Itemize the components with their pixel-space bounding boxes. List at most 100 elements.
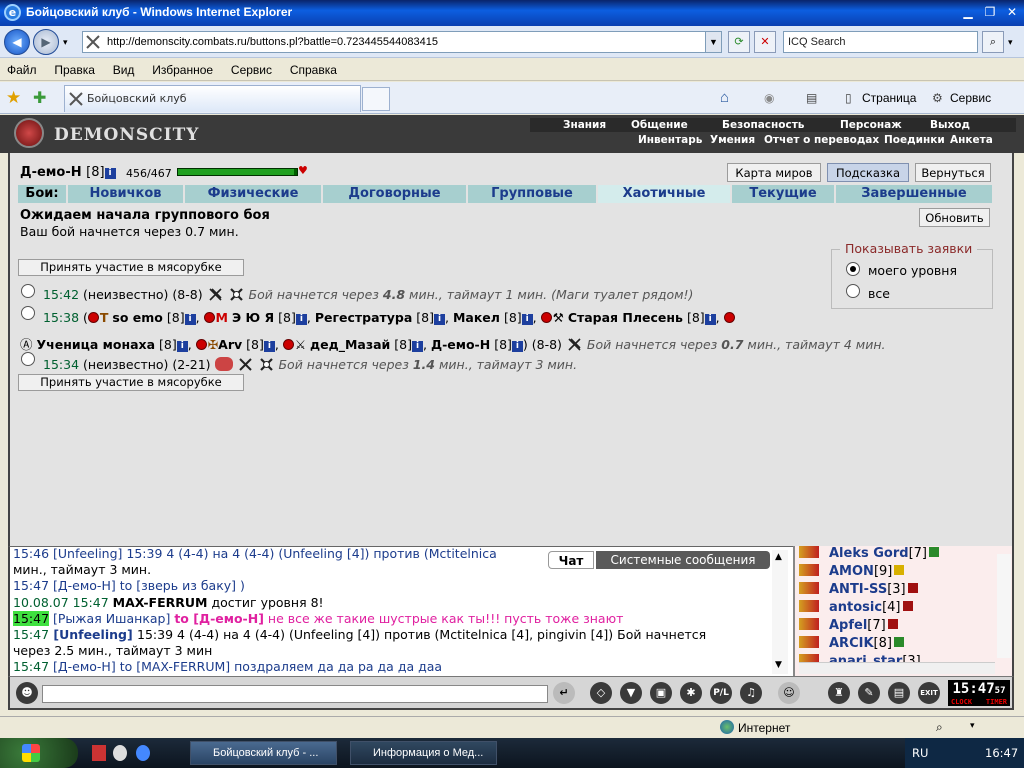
users-scrollbar[interactable] (997, 554, 1011, 658)
player-link[interactable]: Д-емо-Н (431, 337, 490, 352)
service-menu[interactable]: Сервис (950, 89, 991, 107)
menu-knowledge[interactable]: Знания (563, 118, 606, 132)
info-icon[interactable]: i (104, 168, 116, 179)
info-icon[interactable]: i (263, 341, 275, 352)
figure-icon[interactable]: ✱ (680, 682, 702, 704)
chat-author[interactable]: [Unfeeling] (49, 627, 137, 642)
back-icon[interactable]: ◀ (4, 29, 30, 55)
sound-icon[interactable]: ♫ (740, 682, 762, 704)
menu-edit[interactable]: Правка (47, 59, 102, 81)
menu-profile[interactable]: Анкета (950, 133, 993, 147)
player-link[interactable]: Э Ю Я (232, 310, 274, 325)
request-radio-3[interactable] (21, 352, 35, 366)
close-button[interactable]: ✕ (1002, 4, 1022, 22)
info-icon[interactable]: i (411, 341, 423, 352)
address-field[interactable]: http://demonscity.combats.ru/buttons.pl?… (82, 31, 722, 53)
chat-author[interactable]: [Д-емо-Н] (53, 578, 116, 593)
filter-icon[interactable]: ▼ (620, 682, 642, 704)
smile-icon[interactable]: ☺ (778, 682, 800, 704)
history-dropdown-icon[interactable]: ▾ (63, 38, 68, 48)
chat-scrollbar[interactable]: ▲ ▼ (772, 550, 788, 674)
zoom-dropdown-icon[interactable]: ▾ (970, 720, 975, 731)
hint-button[interactable]: Подсказка (827, 163, 909, 182)
tab-newbies[interactable]: Новичков (66, 185, 183, 203)
menu-exit[interactable]: Выход (930, 118, 970, 132)
player-link[interactable]: Регестратура (315, 310, 412, 325)
menu-view[interactable]: Вид (106, 59, 142, 81)
users-hscrollbar[interactable] (799, 662, 995, 674)
menu-skills[interactable]: Умения (710, 133, 755, 147)
exit-icon[interactable]: EXIT (918, 682, 940, 704)
tab-chaotic[interactable]: Хаотичные (596, 185, 730, 203)
page-menu[interactable]: Страница (862, 89, 916, 107)
player-link[interactable]: дед_Мазай (310, 337, 390, 352)
tab-finished[interactable]: Завершенные (834, 185, 992, 203)
menu-battles[interactable]: Поединки (884, 133, 945, 147)
quicklaunch-icon[interactable] (92, 745, 106, 761)
info-icon[interactable]: i (184, 314, 196, 325)
lock-icon[interactable]: ▤ (888, 682, 910, 704)
zoom-icon[interactable]: ⌕ (936, 720, 943, 735)
private-icon[interactable]: P/L (710, 682, 732, 704)
minimize-button[interactable]: ▁ (958, 4, 978, 22)
tab-contract[interactable]: Договорные (321, 185, 466, 203)
chat-mode-icon[interactable]: ☻ (16, 682, 38, 704)
user-item[interactable]: Apfel[7] (799, 618, 898, 633)
player-link[interactable]: Макел (453, 310, 500, 325)
radio-my-level[interactable] (846, 262, 860, 276)
chat-input[interactable] (42, 685, 548, 703)
info-icon[interactable]: i (511, 341, 523, 352)
info-icon[interactable]: i (521, 314, 533, 325)
scroll-icon[interactable]: ✎ (858, 682, 880, 704)
menu-communication[interactable]: Общение (631, 118, 688, 132)
request-radio-2[interactable] (21, 306, 35, 320)
refresh-icon[interactable]: ⟳ (728, 31, 750, 53)
tab-chat[interactable]: Чат (548, 551, 594, 569)
info-icon[interactable]: i (434, 314, 445, 325)
home-icon[interactable]: ⌂ (720, 89, 729, 107)
menu-security[interactable]: Безопасность (722, 118, 804, 132)
player-link[interactable]: Arv (218, 337, 242, 352)
stop-icon[interactable]: ✕ (754, 31, 776, 53)
player-link[interactable]: so emo (112, 310, 162, 325)
forward-icon[interactable]: ▶ (33, 29, 59, 55)
tab-group[interactable]: Групповые (466, 185, 596, 203)
info-icon[interactable]: i (295, 314, 307, 325)
maximize-button[interactable]: ❐ (980, 4, 1000, 22)
radio-all[interactable] (846, 284, 860, 298)
join-button-bottom[interactable]: Принять участие в мясорубке (18, 374, 244, 391)
player-link[interactable]: Старая Плесень (568, 310, 683, 325)
start-button[interactable] (0, 738, 78, 768)
info-icon[interactable]: i (704, 314, 716, 325)
search-options-icon[interactable]: ▾ (1008, 38, 1013, 48)
chat-author[interactable]: [Рыжая Ишанкар] (49, 611, 174, 626)
tab-active[interactable]: Бойцовский клуб (64, 85, 361, 112)
info-icon[interactable]: i (176, 341, 188, 352)
address-dropdown-icon[interactable]: ▼ (705, 32, 721, 52)
menu-tools[interactable]: Сервис (224, 59, 279, 81)
tab-system-messages[interactable]: Системные сообщения (596, 551, 770, 569)
ie-quicklaunch-icon[interactable] (136, 745, 150, 761)
player-link[interactable]: Ученица монаха (37, 337, 156, 352)
chat-author[interactable]: [Д-емо-Н] (49, 659, 120, 674)
menu-favorites[interactable]: Избранное (145, 59, 220, 81)
language-indicator[interactable]: RU (912, 746, 928, 760)
back-button[interactable]: Вернуться (915, 163, 991, 182)
user-item[interactable]: AMON[9] (799, 564, 905, 579)
new-tab-button[interactable] (362, 87, 390, 111)
scroll-up-icon[interactable]: ▲ (775, 552, 782, 562)
user-item[interactable]: Aleks Gord[7] (799, 546, 939, 561)
send-icon[interactable]: ↵ (553, 682, 575, 704)
player-name[interactable]: Д-емо-Н [8] i (20, 165, 116, 180)
bag-icon[interactable]: ♜ (828, 682, 850, 704)
world-map-button[interactable]: Карта миров (727, 163, 821, 182)
task-info[interactable]: Информация о Мед... (350, 741, 497, 765)
save-icon[interactable]: ▣ (650, 682, 672, 704)
favorites-star-icon[interactable]: ★ (6, 88, 21, 108)
print-icon[interactable]: ▤ (806, 89, 817, 107)
add-favorite-icon[interactable]: ✚ (33, 88, 46, 107)
menu-inventory[interactable]: Инвентарь (638, 133, 702, 147)
menu-file[interactable]: Файл (0, 59, 44, 81)
task-browser[interactable]: Бойцовский клуб - ... (190, 741, 337, 765)
scroll-down-icon[interactable]: ▼ (775, 660, 782, 670)
